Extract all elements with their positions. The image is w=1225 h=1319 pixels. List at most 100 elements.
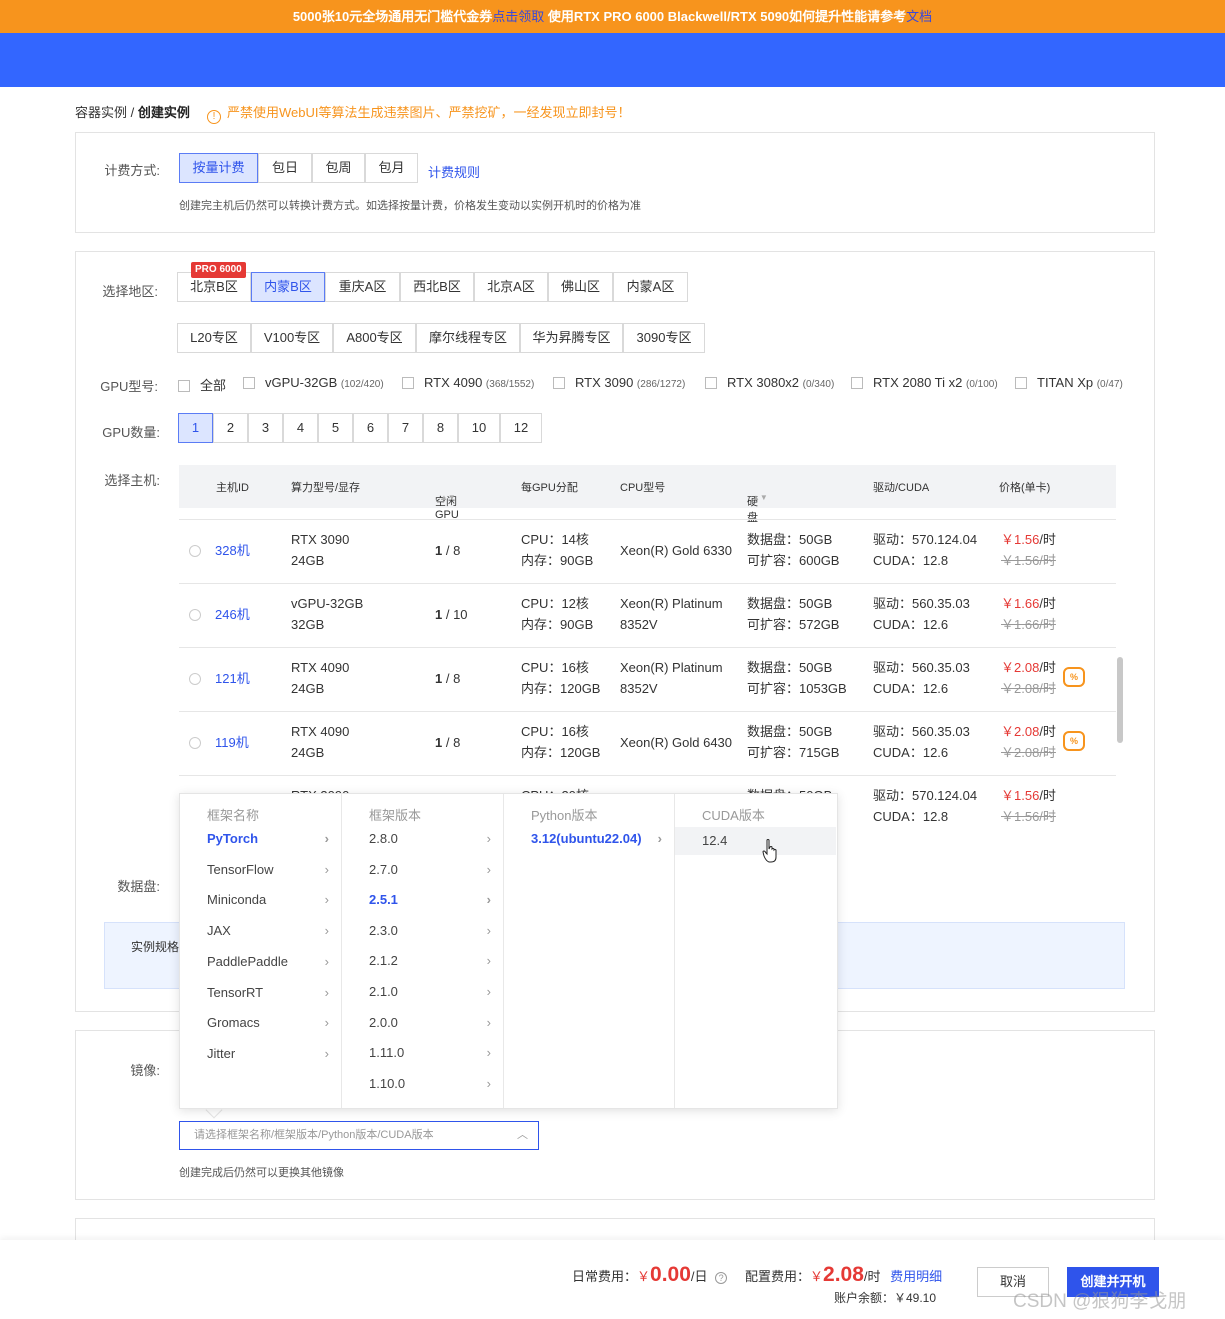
promo-doc-link[interactable]: 文档 <box>906 9 932 24</box>
host-cuda: CUDA：12.6 <box>873 745 949 760</box>
zone-option-0[interactable]: L20专区 <box>177 323 251 353</box>
host-driver: 驱动：560.35.03 <box>873 724 970 739</box>
gpu-count-option-2[interactable]: 2 <box>213 413 248 443</box>
gpu-count-option-5[interactable]: 5 <box>318 413 353 443</box>
zone-option-4[interactable]: 华为昇腾专区 <box>520 323 623 353</box>
region-option-1[interactable]: 内蒙B区 <box>251 272 325 302</box>
host-radio[interactable] <box>189 673 201 685</box>
billing-option-2[interactable]: 包周 <box>312 153 365 183</box>
framework-option[interactable]: JAX › <box>180 919 341 943</box>
billing-option-1[interactable]: 包日 <box>258 153 312 183</box>
promo-claim-link[interactable]: 点击领取 <box>492 9 544 24</box>
gpu-model-option-0[interactable]: 全部 <box>178 375 226 394</box>
host-radio[interactable] <box>189 545 201 557</box>
host-table-row[interactable]: 119机 RTX 4090 24GB 1 / 8 CPU：16核 内存：120GB Xeon… <box>179 711 1116 775</box>
image-hint: 创建完成后仍然可以更换其他镜像 <box>179 1167 344 1179</box>
host-table-scrollbar[interactable] <box>1117 657 1123 743</box>
framework-option[interactable]: Jitter › <box>180 1042 341 1066</box>
host-table-row[interactable]: 246机 vGPU-32GB 32GB 1 / 10 CPU：12核 内存：90GB Xeo… <box>179 583 1116 647</box>
host-radio[interactable] <box>189 609 201 621</box>
region-option-5[interactable]: 佛山区 <box>548 272 613 302</box>
version-option[interactable]: 2.0.0 › <box>342 1011 503 1035</box>
image-select[interactable]: 请选择框架名称/框架版本/Python版本/CUDA版本 ︿ <box>179 1121 539 1150</box>
host-price: ￥1.66/时 <box>1001 593 1056 614</box>
region-option-3[interactable]: 西北B区 <box>400 272 474 302</box>
checkbox-icon[interactable] <box>705 377 717 389</box>
gpu-model-option-5[interactable]: RTX 2080 Ti x2 (0/100) <box>851 375 998 390</box>
checkbox-icon[interactable] <box>851 377 863 389</box>
zone-option-1[interactable]: V100专区 <box>251 323 333 353</box>
region-option-2[interactable]: 重庆A区 <box>325 272 400 302</box>
warning-text: 严禁使用WebUI等算法生成违禁图片、严禁挖矿，一经发现立即封号！ <box>227 105 631 120</box>
host-cpu-cores: CPU：16核 <box>521 724 589 739</box>
version-option[interactable]: 2.3.0 › <box>342 919 503 943</box>
checkbox-icon[interactable] <box>1015 377 1027 389</box>
framework-option[interactable]: TensorRT › <box>180 981 341 1005</box>
framework-option[interactable]: TensorFlow › <box>180 858 341 882</box>
gpu-model-option-6[interactable]: TITAN Xp (0/47) <box>1015 375 1123 390</box>
checkbox-icon[interactable] <box>402 377 414 389</box>
host-table-row[interactable]: 328机 RTX 3090 24GB 1 / 8 CPU：14核 内存：90GB Xeon(… <box>179 519 1116 583</box>
warning-icon: ! <box>207 110 221 124</box>
framework-option[interactable]: Gromacs › <box>180 1011 341 1035</box>
host-id[interactable]: 119机 <box>215 732 249 753</box>
chevron-right-icon: › <box>324 923 329 939</box>
gpu-count-option-8[interactable]: 8 <box>423 413 458 443</box>
gpu-model-count: (368/1552) <box>485 379 535 390</box>
gpu-model-option-1[interactable]: vGPU-32GB (102/420) <box>243 375 384 390</box>
version-option[interactable]: 1.10.0 › <box>342 1072 503 1096</box>
billing-option-0[interactable]: 按量计费 <box>179 153 258 183</box>
host-table-row[interactable]: 121机 RTX 4090 24GB 1 / 8 CPU：16核 内存：120GB Xeon… <box>179 647 1116 711</box>
daily-fee-value: 0.00 <box>650 1263 691 1286</box>
version-option[interactable]: 1.11.0 › <box>342 1041 503 1065</box>
gpu-model-option-2[interactable]: RTX 4090 (368/1552) <box>402 375 534 390</box>
python-option[interactable]: 3.12(ubuntu22.04) › <box>504 827 674 851</box>
host-disk: 数据盘：50GB <box>747 596 833 611</box>
version-option[interactable]: 2.7.0 › <box>342 858 503 882</box>
gpu-count-option-4[interactable]: 4 <box>283 413 318 443</box>
region-option-4[interactable]: 北京A区 <box>474 272 548 302</box>
host-vram: 24GB <box>291 553 325 568</box>
gpu-count-option-7[interactable]: 7 <box>388 413 423 443</box>
version-option[interactable]: 2.1.2 › <box>342 949 503 973</box>
sort-icon[interactable]: ▲▼ <box>752 493 768 502</box>
checkbox-icon[interactable] <box>178 380 190 392</box>
billing-option-3[interactable]: 包月 <box>365 153 418 183</box>
sort-icon[interactable]: ▲▼ <box>440 493 456 502</box>
framework-option[interactable]: Miniconda › <box>180 888 341 912</box>
host-id[interactable]: 328机 <box>215 540 250 561</box>
zone-option-5[interactable]: 3090专区 <box>623 323 705 353</box>
framework-option[interactable]: PaddlePaddle › <box>180 950 341 974</box>
host-id[interactable]: 246机 <box>215 604 250 625</box>
version-option[interactable]: 2.8.0 › <box>342 827 503 851</box>
gpu-count-label: GPU数量: <box>102 425 160 440</box>
host-cuda: CUDA：12.8 <box>873 809 949 824</box>
version-option[interactable]: 2.1.0 › <box>342 980 503 1004</box>
breadcrumb: 容器实例 / 创建实例 <box>75 102 190 121</box>
zone-option-2[interactable]: A800专区 <box>333 323 416 353</box>
checkbox-icon[interactable] <box>553 377 565 389</box>
promo-text-1: 5000张10元全场通用无门槛代金券 <box>292 9 493 24</box>
region-option-6[interactable]: 内蒙A区 <box>613 272 688 302</box>
gpu-model-count: (0/100) <box>965 379 998 390</box>
host-free-gpu: 1 / 8 <box>435 540 460 561</box>
gpu-count-option-10[interactable]: 10 <box>458 413 500 443</box>
billing-rules-link[interactable]: 计费规则 <box>428 162 480 181</box>
checkbox-icon[interactable] <box>243 377 255 389</box>
help-icon[interactable]: ? <box>715 1272 728 1284</box>
version-option[interactable]: 2.5.1 › <box>342 888 503 912</box>
gpu-model-option-4[interactable]: RTX 3080x2 (0/340) <box>705 375 834 390</box>
zone-option-3[interactable]: 摩尔线程专区 <box>416 323 520 353</box>
fee-detail-link[interactable]: 费用明细 <box>890 1269 942 1284</box>
gpu-count-option-3[interactable]: 3 <box>248 413 283 443</box>
host-radio[interactable] <box>189 737 201 749</box>
gpu-count-option-1[interactable]: 1 <box>178 413 213 443</box>
host-id[interactable]: 121机 <box>215 668 250 689</box>
gpu-count-option-6[interactable]: 6 <box>353 413 388 443</box>
cuda-option[interactable]: 12.4 <box>675 827 836 855</box>
gpu-model-option-3[interactable]: RTX 3090 (286/1272) <box>553 375 685 390</box>
breadcrumb-parent[interactable]: 容器实例 <box>75 105 127 120</box>
gpu-count-option-12[interactable]: 12 <box>500 413 542 443</box>
col-driver: 驱动/CUDA <box>873 482 930 494</box>
framework-option[interactable]: PyTorch › <box>180 827 341 851</box>
